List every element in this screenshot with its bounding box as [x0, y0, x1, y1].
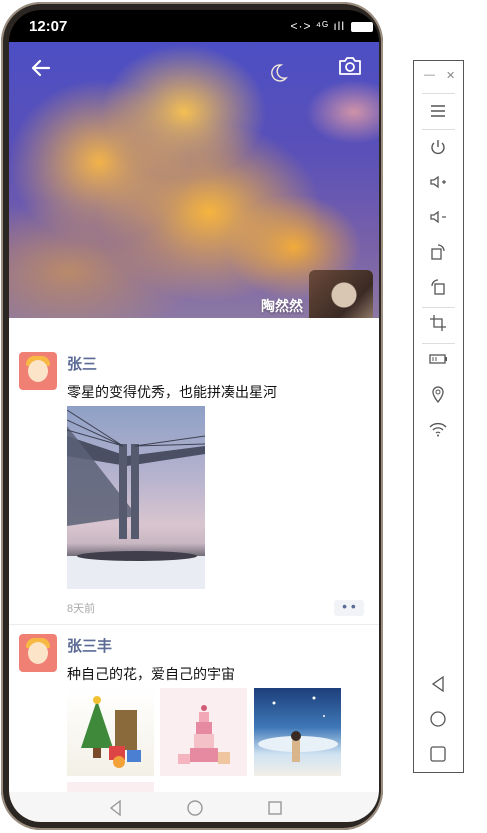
- phone-frame: 12:07 <·> ⁴ᴳ ıll 陶然然 张三 零星的变得优秀，也能拼凑出星河: [1, 2, 383, 830]
- post-text: 零星的变得优秀，也能拼凑出星河: [67, 384, 277, 400]
- crop-icon[interactable]: [428, 313, 448, 333]
- post-photo-christmas[interactable]: [67, 688, 154, 776]
- bridge-illustration: [67, 409, 205, 589]
- divider: [422, 93, 455, 94]
- camera-icon[interactable]: [337, 54, 363, 78]
- avatar[interactable]: [19, 352, 57, 390]
- location-icon[interactable]: [428, 384, 448, 404]
- volume-down-icon[interactable]: [428, 207, 448, 227]
- profile-nickname: 陶然然: [261, 298, 303, 314]
- post-photo-bridge[interactable]: [67, 406, 205, 589]
- back-triangle-icon[interactable]: [107, 799, 125, 817]
- moon-icon: [271, 64, 288, 82]
- status-time: 12:07: [29, 18, 68, 35]
- emulator-toolbar: — ✕: [413, 60, 464, 773]
- post-time: 8天前: [67, 603, 96, 615]
- post-username[interactable]: 张三丰: [67, 635, 112, 656]
- post-photo-girl[interactable]: [254, 688, 341, 776]
- status-bar: 12:07 <·> ⁴ᴳ ıll: [9, 10, 379, 42]
- recents-square-icon[interactable]: [266, 799, 284, 817]
- battery-icon[interactable]: [428, 349, 448, 369]
- phone-screen: 12:07 <·> ⁴ᴳ ıll 陶然然 张三 零星的变得优秀，也能拼凑出星河: [9, 10, 379, 822]
- divider: [422, 343, 455, 344]
- post-username[interactable]: 张三: [67, 353, 97, 374]
- post-text: 种自己的花，爱自己的宇宙: [67, 666, 235, 682]
- back-arrow-icon[interactable]: [29, 56, 53, 80]
- back-icon[interactable]: [428, 674, 448, 694]
- avatar[interactable]: [19, 634, 57, 672]
- rotate-left-icon[interactable]: [428, 277, 448, 297]
- volume-up-icon[interactable]: [428, 172, 448, 192]
- moments-feed[interactable]: 张三 零星的变得优秀，也能拼凑出星河 8天前 • • 张三丰 种自己的花，爱自己…: [9, 318, 379, 792]
- menu-icon[interactable]: [428, 101, 448, 121]
- overview-icon[interactable]: [428, 744, 448, 764]
- minimize-icon[interactable]: —: [424, 69, 435, 81]
- status-icons-text: <·> ⁴ᴳ ıll: [290, 19, 345, 33]
- wifi-icon[interactable]: [428, 419, 448, 439]
- divider: [422, 307, 455, 308]
- gift-tower-illustration: [178, 705, 230, 764]
- home-circle-icon[interactable]: [186, 799, 204, 817]
- divider: [422, 129, 455, 130]
- avatar-face: [28, 360, 48, 382]
- post-photo-gifts[interactable]: [160, 688, 247, 776]
- battery-icon: [351, 21, 373, 32]
- girl-illustration: [258, 696, 338, 762]
- avatar-face: [28, 642, 48, 664]
- home-icon[interactable]: [428, 709, 448, 729]
- system-nav-bar: [9, 792, 379, 822]
- close-icon[interactable]: ✕: [446, 69, 455, 82]
- rotate-right-icon[interactable]: [428, 242, 448, 262]
- more-actions-button[interactable]: • •: [334, 599, 364, 616]
- post-photo-partial[interactable]: [67, 782, 154, 792]
- divider: [9, 624, 379, 625]
- power-icon[interactable]: [428, 137, 448, 157]
- status-icons: <·> ⁴ᴳ ıll: [291, 19, 373, 33]
- christmas-illustration: [81, 696, 141, 768]
